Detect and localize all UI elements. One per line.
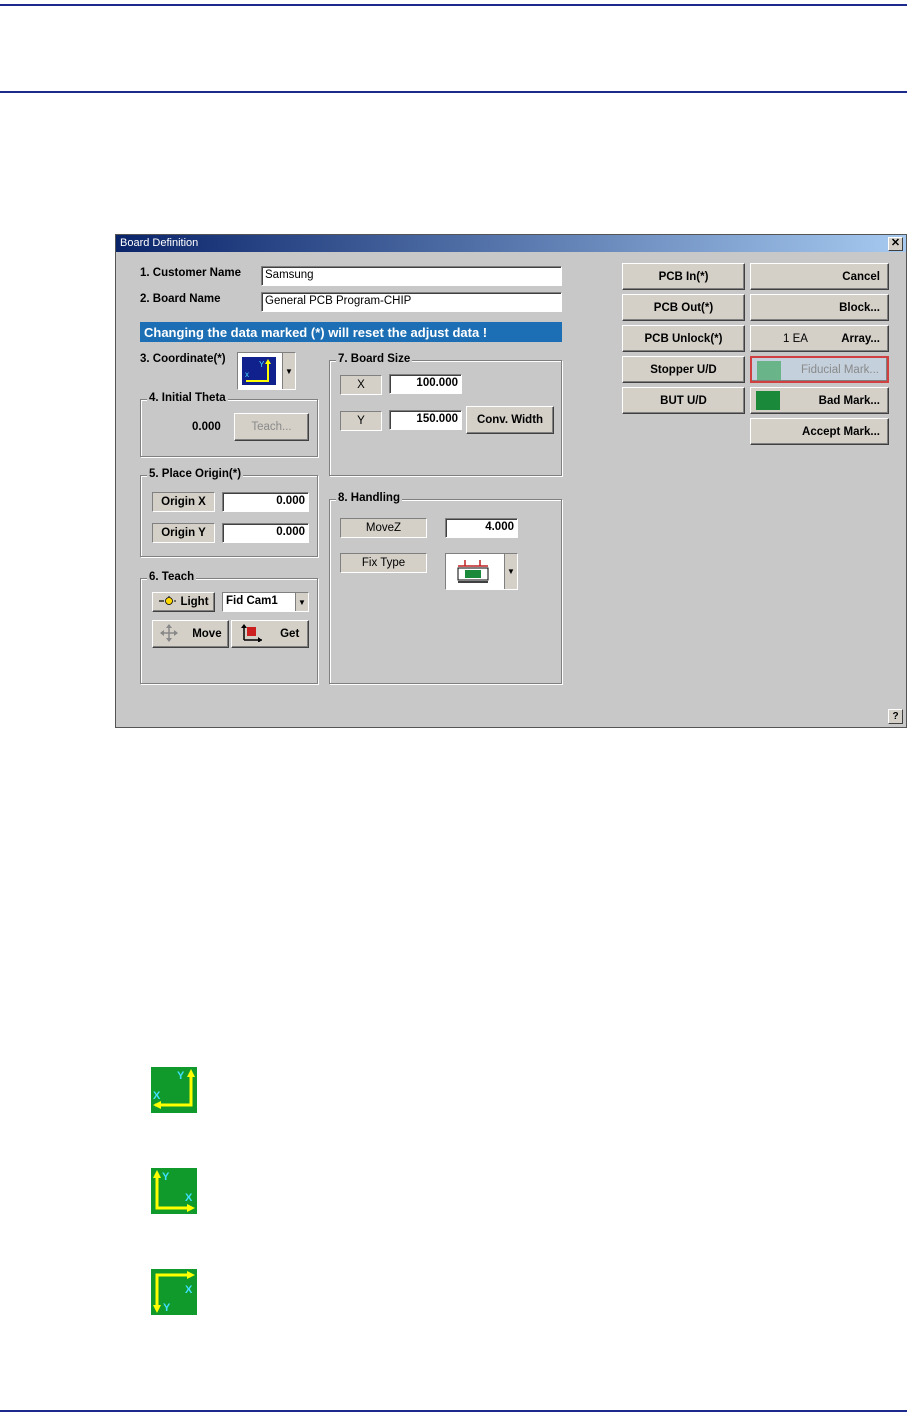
array-button-label: Array... <box>841 332 880 345</box>
customer-name-label: 1. Customer Name <box>140 267 241 279</box>
board-size-y-input[interactable]: 150.000 <box>389 410 462 430</box>
board-name-label: 2. Board Name <box>140 293 221 305</box>
initial-theta-value: 0.000 <box>192 421 221 433</box>
svg-text:X: X <box>153 1090 161 1102</box>
board-size-label: 7. Board Size <box>336 353 413 365</box>
svg-text:Y: Y <box>177 1070 185 1082</box>
chevron-down-icon[interactable]: ▼ <box>282 353 295 389</box>
board-size-x-input[interactable]: 100.000 <box>389 374 462 394</box>
warning-banner: Changing the data marked (*) will reset … <box>140 322 562 342</box>
handling-group: 8. Handling MoveZ 4.000 Fix Type ▼ <box>329 492 562 684</box>
handling-label: 8. Handling <box>336 492 402 504</box>
get-button[interactable]: Get <box>231 620 309 648</box>
bad-mark-button[interactable]: Bad Mark... <box>750 387 889 414</box>
help-button[interactable]: ? <box>888 709 903 724</box>
light-button[interactable]: Light <box>152 592 215 612</box>
fiducial-color-swatch <box>757 361 781 380</box>
svg-text:Y: Y <box>162 1171 170 1183</box>
fiducial-mark-label: Fiducial Mark... <box>801 363 879 376</box>
coordinate-label: 3. Coordinate(*) <box>140 353 226 365</box>
camera-select-value: Fid Cam1 <box>226 595 278 607</box>
close-button[interactable]: ✕ <box>888 237 903 251</box>
svg-text:X: X <box>185 1284 193 1296</box>
origin-x-input[interactable]: 0.000 <box>222 492 309 512</box>
array-button[interactable]: 1 EA Array... <box>750 325 889 352</box>
initial-theta-label: 4. Initial Theta <box>147 392 228 404</box>
fix-type-label: Fix Type <box>340 553 427 573</box>
svg-text:Y: Y <box>163 1302 171 1314</box>
move-arrows-icon <box>159 623 179 645</box>
bad-mark-color-swatch <box>756 391 780 410</box>
camera-select[interactable]: Fid Cam1 ▼ <box>222 592 309 612</box>
bad-mark-label: Bad Mark... <box>818 394 880 407</box>
title-bar: Board Definition ✕ <box>116 235 906 252</box>
header-rule-top <box>0 4 907 6</box>
teach-label: 6. Teach <box>147 571 197 583</box>
coordinate-origin-top-left-icon: X Y <box>151 1269 197 1315</box>
teach-group: 6. Teach Light Fid Cam1 ▼ Move Get <box>140 571 318 684</box>
movez-label: MoveZ <box>340 518 427 538</box>
stopper-ud-button[interactable]: Stopper U/D <box>622 356 745 383</box>
coordinate-origin-bottom-left-icon: Y X <box>151 1168 197 1214</box>
bulb-icon <box>158 595 177 609</box>
footer-rule <box>0 1410 907 1412</box>
place-origin-group: 5. Place Origin(*) Origin X 0.000 Origin… <box>140 468 318 557</box>
cancel-button[interactable]: Cancel <box>750 263 889 290</box>
place-origin-label: 5. Place Origin(*) <box>147 468 244 480</box>
board-name-input[interactable]: General PCB Program-CHIP <box>261 292 562 312</box>
pcb-in-button[interactable]: PCB In(*) <box>622 263 745 290</box>
dialog-title: Board Definition <box>120 237 199 249</box>
coordinate-preview-icon: Y x <box>242 357 276 385</box>
chevron-down-icon[interactable]: ▼ <box>295 593 308 611</box>
get-button-label: Get <box>280 628 300 640</box>
fix-type-clamp-icon <box>456 558 490 585</box>
pcb-out-button[interactable]: PCB Out(*) <box>622 294 745 321</box>
conv-width-button[interactable]: Conv. Width <box>466 406 554 434</box>
block-button[interactable]: Block... <box>750 294 889 321</box>
move-button-label: Move <box>192 628 222 640</box>
movez-input[interactable]: 4.000 <box>445 518 518 538</box>
origin-y-label: Origin Y <box>152 523 215 543</box>
accept-mark-button[interactable]: Accept Mark... <box>750 418 889 445</box>
but-ud-button[interactable]: BUT U/D <box>622 387 745 414</box>
header-rule-bottom <box>0 91 907 93</box>
initial-theta-group: 4. Initial Theta 0.000 Teach... <box>140 392 318 457</box>
origin-x-label: Origin X <box>152 492 215 512</box>
svg-text:x: x <box>245 370 249 379</box>
svg-text:X: X <box>185 1192 193 1204</box>
fiducial-mark-button[interactable]: Fiducial Mark... <box>750 356 889 383</box>
coordinate-select[interactable]: Y x ▼ <box>237 352 296 390</box>
board-definition-dialog: Board Definition ✕ 1. Customer Name Sams… <box>115 234 907 728</box>
light-button-label: Light <box>180 596 209 608</box>
board-size-x-label: X <box>340 375 382 395</box>
board-size-group: 7. Board Size X 100.000 Y 150.000 Conv. … <box>329 353 562 476</box>
teach-theta-button[interactable]: Teach... <box>234 413 309 441</box>
array-count: 1 EA <box>783 332 808 345</box>
customer-name-input[interactable]: Samsung <box>261 266 562 286</box>
coordinate-origin-bottom-right-icon: Y X <box>151 1067 197 1113</box>
fix-type-select[interactable]: ▼ <box>445 553 518 590</box>
move-button[interactable]: Move <box>152 620 229 648</box>
get-position-icon <box>240 623 263 645</box>
svg-text:Y: Y <box>259 360 265 369</box>
pcb-unlock-button[interactable]: PCB Unlock(*) <box>622 325 745 352</box>
origin-y-input[interactable]: 0.000 <box>222 523 309 543</box>
chevron-down-icon[interactable]: ▼ <box>504 554 517 589</box>
board-size-y-label: Y <box>340 411 382 431</box>
